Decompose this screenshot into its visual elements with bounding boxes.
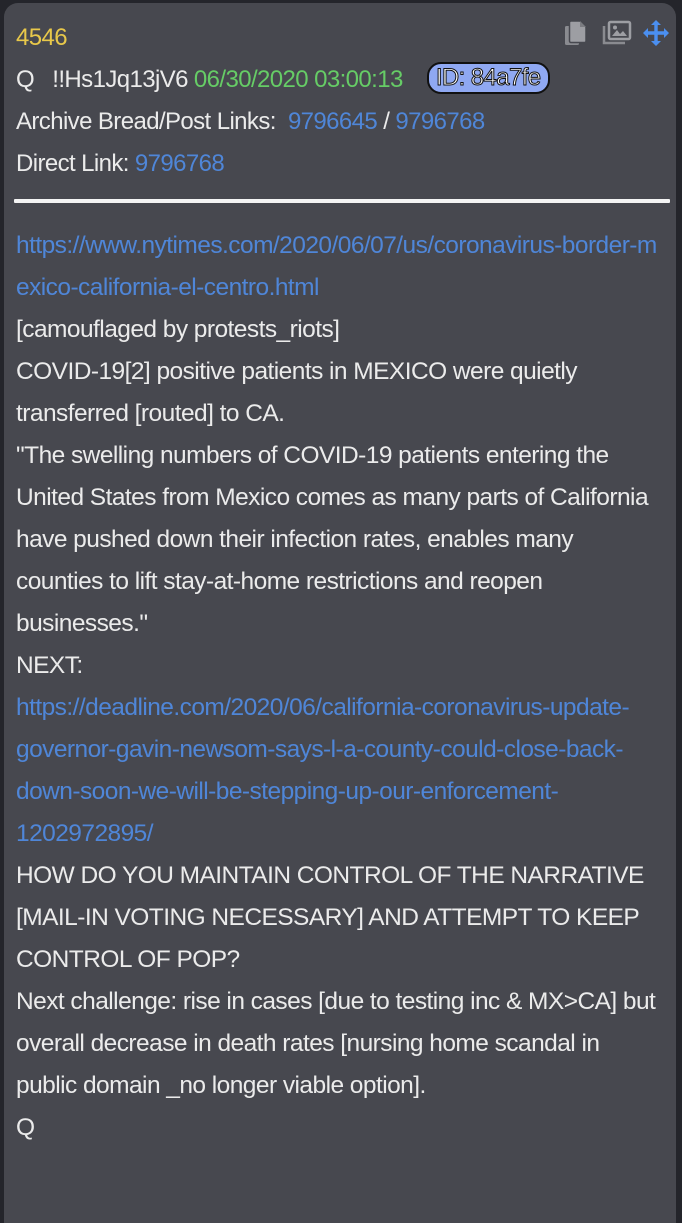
deadline-link[interactable]: https://deadline.com/2020/06/california-…	[16, 694, 630, 847]
archive-bread-link[interactable]: 9796645	[288, 108, 378, 135]
text-covid-transfer: COVID-19[2] positive patients in MEXICO …	[16, 358, 578, 427]
archive-separator: /	[383, 108, 390, 135]
text-signature: Q	[16, 1114, 35, 1141]
post-author: Q	[16, 66, 35, 93]
text-quote: "The swelling numbers of COVID-19 patien…	[16, 442, 649, 637]
post-datetime: 06/30/2020 03:00:13	[193, 66, 403, 93]
move-icon[interactable]	[642, 19, 670, 47]
archive-post-link[interactable]: 9796768	[395, 108, 485, 135]
nytimes-link[interactable]: https://www.nytimes.com/2020/06/07/us/co…	[16, 232, 657, 301]
post-body: https://www.nytimes.com/2020/06/07/us/co…	[4, 203, 676, 1149]
images-icon[interactable]	[602, 19, 632, 47]
direct-link-label: Direct Link:	[16, 150, 129, 177]
text-how: HOW DO YOU MAINTAIN CONTROL OF THE NARRA…	[16, 862, 644, 973]
archive-label: Archive Bread/Post Links:	[16, 108, 276, 135]
text-next: NEXT:	[16, 652, 83, 679]
text-camouflaged: [camouflaged by protests_riots]	[16, 316, 340, 343]
id-badge[interactable]: ID: 84a7fe	[426, 62, 550, 94]
post-tripcode: !!Hs1Jq13jV6	[52, 66, 188, 93]
post-number: 4546	[16, 24, 68, 51]
copy-icon[interactable]	[562, 19, 590, 47]
post-toolbar	[562, 19, 670, 47]
direct-link[interactable]: 9796768	[135, 150, 225, 177]
text-challenge: Next challenge: rise in cases [due to te…	[16, 988, 656, 1099]
post-header: 4546 Q !!Hs1Jq13jV6 06/30/2020 03:00:13 …	[4, 3, 676, 185]
post-panel: 4546 Q !!Hs1Jq13jV6 06/30/2020 03:00:13 …	[4, 3, 676, 1223]
